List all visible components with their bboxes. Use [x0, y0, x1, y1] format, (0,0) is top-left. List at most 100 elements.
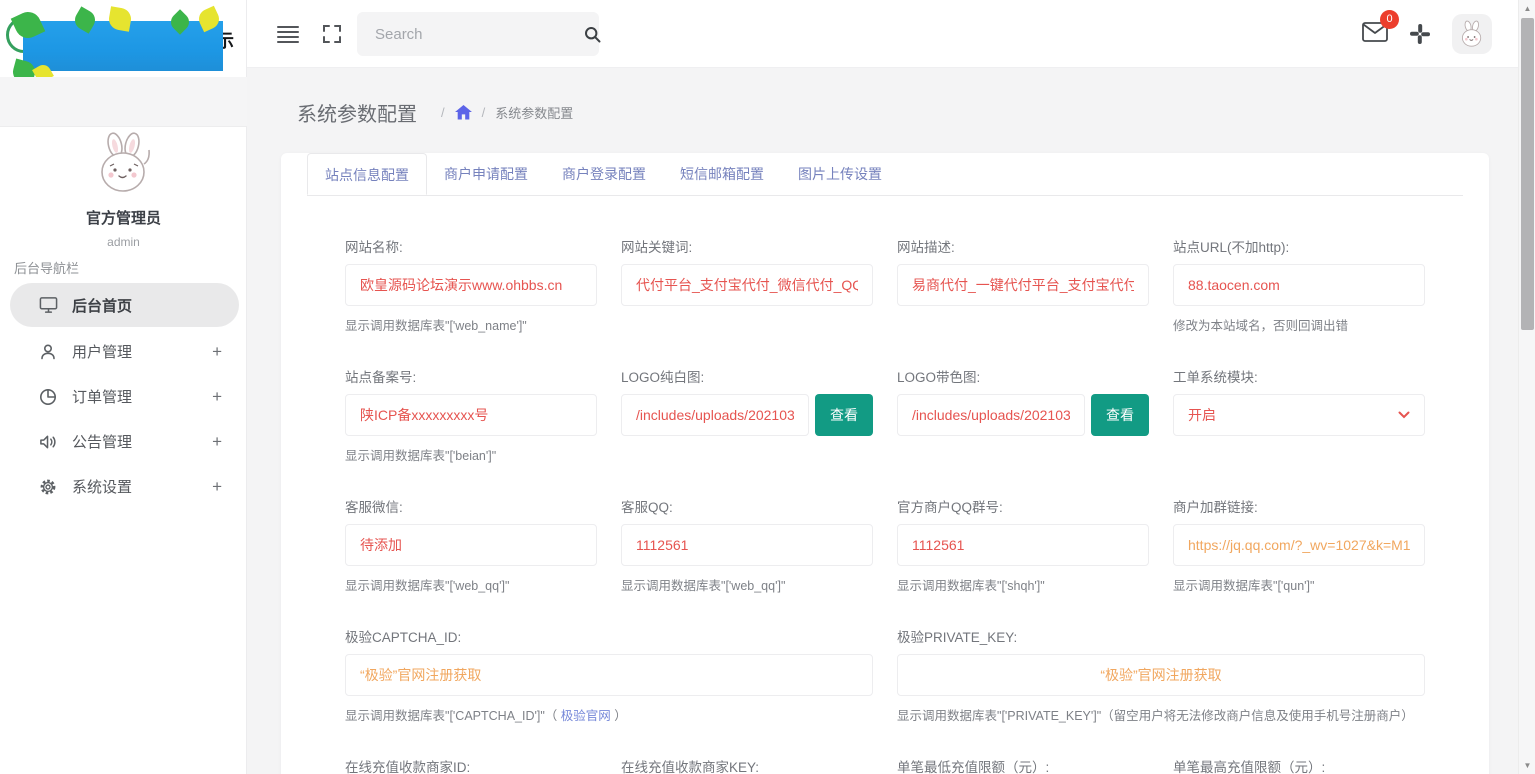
fullscreen-icon[interactable]	[323, 25, 341, 48]
field-hint: 显示调用数据库表"['web_qq']"	[345, 575, 597, 594]
nav-section-label: 后台导航栏	[14, 258, 79, 277]
search-icon[interactable]	[584, 26, 601, 43]
home-icon[interactable]	[455, 105, 472, 120]
group-join-link-input[interactable]	[1173, 524, 1425, 566]
sidebar-item-label: 订单管理	[72, 386, 132, 407]
profile-avatar	[85, 132, 163, 194]
field-site-description: 网站描述:	[897, 236, 1149, 334]
field-service-qq: 客服QQ: 显示调用数据库表"['web_qq']"	[621, 496, 873, 594]
leaf-decoration	[167, 9, 192, 34]
tab-sms-email[interactable]: 短信邮箱配置	[663, 153, 781, 195]
field-logo-color: LOGO带色图: 查看	[897, 366, 1149, 464]
sidebar-item-label: 公告管理	[72, 431, 132, 452]
field-site-keywords: 网站关键词:	[621, 236, 873, 334]
chevron-down-icon	[1398, 411, 1410, 419]
field-icp-number: 站点备案号: 显示调用数据库表"['beian']"	[345, 366, 597, 464]
field-merchant-qq-group: 官方商户QQ群号: 显示调用数据库表"['shqh']"	[897, 496, 1149, 594]
ticket-module-select[interactable]: 开启	[1173, 394, 1425, 436]
field-hint: 显示调用数据库表"['CAPTCHA_ID']"（ 极验官网 ）	[345, 705, 873, 724]
scroll-up-arrow[interactable]: ▲	[1519, 0, 1535, 17]
field-private-key: 极验PRIVATE_KEY: 显示调用数据库表"['PRIVATE_KEY']"…	[897, 626, 1425, 724]
sidebar-item-announcements[interactable]: 公告管理 +	[0, 419, 247, 464]
leaf-decoration	[107, 6, 132, 31]
sidebar-item-settings[interactable]: 系统设置 +	[0, 464, 247, 509]
sidebar-nav: 后台首页 用户管理 + 订单管理 + 公告管理 +	[0, 283, 247, 509]
expand-plus-icon[interactable]: +	[212, 342, 222, 362]
expand-plus-icon[interactable]: +	[212, 432, 222, 452]
apps-button[interactable]	[1410, 24, 1430, 44]
leaf-decoration	[196, 6, 223, 33]
expand-plus-icon[interactable]: +	[212, 477, 222, 497]
view-logo-white-button[interactable]: 查看	[815, 394, 873, 436]
field-hint: 显示调用数据库表"['qun']"	[1173, 575, 1425, 594]
sidebar-item-label: 用户管理	[72, 341, 132, 362]
geetest-site-link[interactable]: 极验官网	[561, 709, 611, 723]
sidebar-strip	[0, 77, 247, 127]
site-url-input[interactable]	[1173, 264, 1425, 306]
page-scrollbar: ▲ ▼	[1518, 0, 1535, 774]
mail-badge: 0	[1380, 10, 1399, 29]
search-box	[357, 12, 599, 56]
speaker-icon	[38, 432, 58, 452]
settings-form: 网站名称: 显示调用数据库表"['web_name']" 网站关键词: 网站描述…	[345, 236, 1425, 774]
profile-name: 官方管理员	[0, 207, 247, 228]
sidebar-item-label: 后台首页	[72, 295, 132, 316]
sidebar-item-dashboard[interactable]: 后台首页	[10, 283, 239, 327]
expand-plus-icon[interactable]: +	[212, 387, 222, 407]
field-site-name: 网站名称: 显示调用数据库表"['web_name']"	[345, 236, 597, 334]
field-group-join-link: 商户加群链接: 显示调用数据库表"['qun']"	[1173, 496, 1425, 594]
breadcrumb-current: 系统参数配置	[495, 103, 573, 122]
profile-block: 官方管理员 admin	[0, 132, 247, 249]
topbar: 0	[247, 0, 1518, 68]
field-captcha-id: 极验CAPTCHA_ID: 显示调用数据库表"['CAPTCHA_ID']"（ …	[345, 626, 873, 724]
field-service-wechat: 客服微信: 显示调用数据库表"['web_qq']"	[345, 496, 597, 594]
tab-image-upload[interactable]: 图片上传设置	[781, 153, 899, 195]
logo-color-input[interactable]	[897, 394, 1085, 436]
user-avatar-button[interactable]	[1452, 14, 1492, 54]
site-description-input[interactable]	[897, 264, 1149, 306]
brand-area: 示	[0, 0, 246, 75]
view-logo-color-button[interactable]: 查看	[1091, 394, 1149, 436]
profile-username: admin	[0, 235, 247, 249]
captcha-id-input[interactable]	[345, 654, 873, 696]
field-min-recharge: 单笔最低充值限额（元）:	[897, 756, 1149, 774]
field-hint: 修改为本站域名，否则回调出错	[1173, 315, 1425, 334]
page-title: 系统参数配置	[297, 98, 417, 127]
merchant-qq-group-input[interactable]	[897, 524, 1149, 566]
field-hint: 显示调用数据库表"['beian']"	[345, 445, 597, 464]
settings-card: 站点信息配置 商户申请配置 商户登录配置 短信邮箱配置 图片上传设置 网站名称:…	[281, 153, 1489, 774]
field-site-url: 站点URL(不加http): 修改为本站域名，否则回调出错	[1173, 236, 1425, 334]
menu-toggle-icon[interactable]	[277, 26, 299, 46]
slack-icon	[1410, 24, 1430, 44]
private-key-input[interactable]	[897, 654, 1425, 696]
mail-button[interactable]: 0	[1362, 22, 1388, 47]
site-keywords-input[interactable]	[621, 264, 873, 306]
scroll-down-arrow[interactable]: ▼	[1519, 757, 1535, 774]
service-wechat-input[interactable]	[345, 524, 597, 566]
tab-bar: 站点信息配置 商户申请配置 商户登录配置 短信邮箱配置 图片上传设置	[307, 153, 1463, 196]
field-recharge-merchant-key: 在线充值收款商家KEY:	[621, 756, 873, 774]
service-qq-input[interactable]	[621, 524, 873, 566]
user-icon	[38, 342, 58, 362]
field-hint: 显示调用数据库表"['shqh']"	[897, 575, 1149, 594]
pie-chart-icon	[38, 387, 58, 407]
field-ticket-module: 工单系统模块: 开启	[1173, 366, 1425, 464]
logo-white-input[interactable]	[621, 394, 809, 436]
tab-merchant-apply[interactable]: 商户申请配置	[427, 153, 545, 195]
tab-site-info[interactable]: 站点信息配置	[307, 153, 427, 195]
brand-banner-image	[23, 21, 223, 71]
scroll-thumb[interactable]	[1521, 18, 1534, 330]
field-hint: 显示调用数据库表"['web_qq']"	[621, 575, 873, 594]
tab-merchant-login[interactable]: 商户登录配置	[545, 153, 663, 195]
sidebar: 示	[0, 0, 247, 774]
site-name-input[interactable]	[345, 264, 597, 306]
avatar-rabbit-icon	[1455, 19, 1489, 49]
field-max-recharge: 单笔最高充值限额（元）:	[1173, 756, 1425, 774]
search-input[interactable]	[357, 26, 584, 43]
main-content: 系统参数配置 / / 系统参数配置 站点信息配置 商户申请配置 商户登录配置 短…	[247, 68, 1518, 774]
sidebar-item-users[interactable]: 用户管理 +	[0, 329, 247, 374]
gear-icon	[38, 477, 58, 497]
icp-number-input[interactable]	[345, 394, 597, 436]
sidebar-item-orders[interactable]: 订单管理 +	[0, 374, 247, 419]
leaf-decoration	[71, 6, 98, 33]
